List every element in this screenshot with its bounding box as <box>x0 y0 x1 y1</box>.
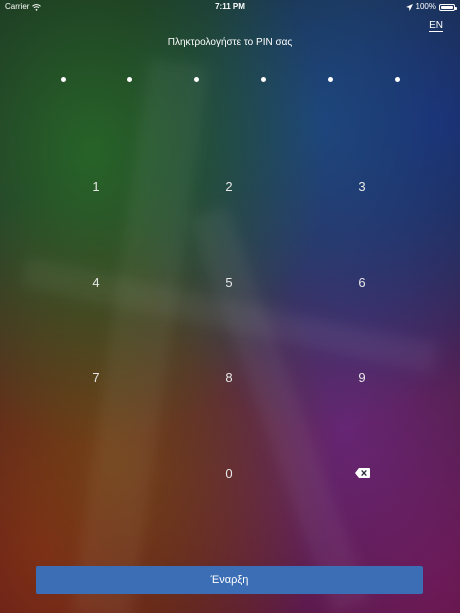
keypad-key-4[interactable]: 4 <box>51 252 141 312</box>
backspace-icon <box>354 468 370 478</box>
keypad-key-7[interactable]: 7 <box>51 347 141 407</box>
backspace-button[interactable] <box>317 443 407 503</box>
background-streak <box>71 58 209 613</box>
keypad-key-9[interactable]: 9 <box>317 347 407 407</box>
pin-indicator <box>61 77 400 82</box>
status-right: 100% <box>405 0 457 14</box>
language-toggle[interactable]: EN <box>429 20 443 32</box>
keypad-key-5[interactable]: 5 <box>184 252 274 312</box>
pin-dot <box>328 77 333 82</box>
start-button[interactable]: Έναρξη <box>36 566 423 594</box>
pin-dot <box>261 77 266 82</box>
pin-dot <box>395 77 400 82</box>
pin-prompt: Πληκτρολογήστε το PIN σας <box>167 37 293 48</box>
location-arrow-icon <box>405 3 413 11</box>
pin-dot <box>127 77 132 82</box>
keypad-key-8[interactable]: 8 <box>184 347 274 407</box>
battery-icon <box>439 3 457 11</box>
keypad-key-6[interactable]: 6 <box>317 252 407 312</box>
pin-dot <box>61 77 66 82</box>
status-time: 7:11 PM <box>215 2 245 11</box>
keypad-key-1[interactable]: 1 <box>51 156 141 216</box>
battery-percentage: 100% <box>415 2 436 11</box>
keypad-key-3[interactable]: 3 <box>317 156 407 216</box>
pin-dot <box>194 77 199 82</box>
keypad-key-2[interactable]: 2 <box>184 156 274 216</box>
pin-screen: Carrier 7:11 PM 100% EN Πληκτρολογήστε τ… <box>0 0 460 613</box>
status-bar: Carrier 7:11 PM 100% <box>0 0 460 14</box>
keypad-key-0[interactable]: 0 <box>184 443 274 503</box>
